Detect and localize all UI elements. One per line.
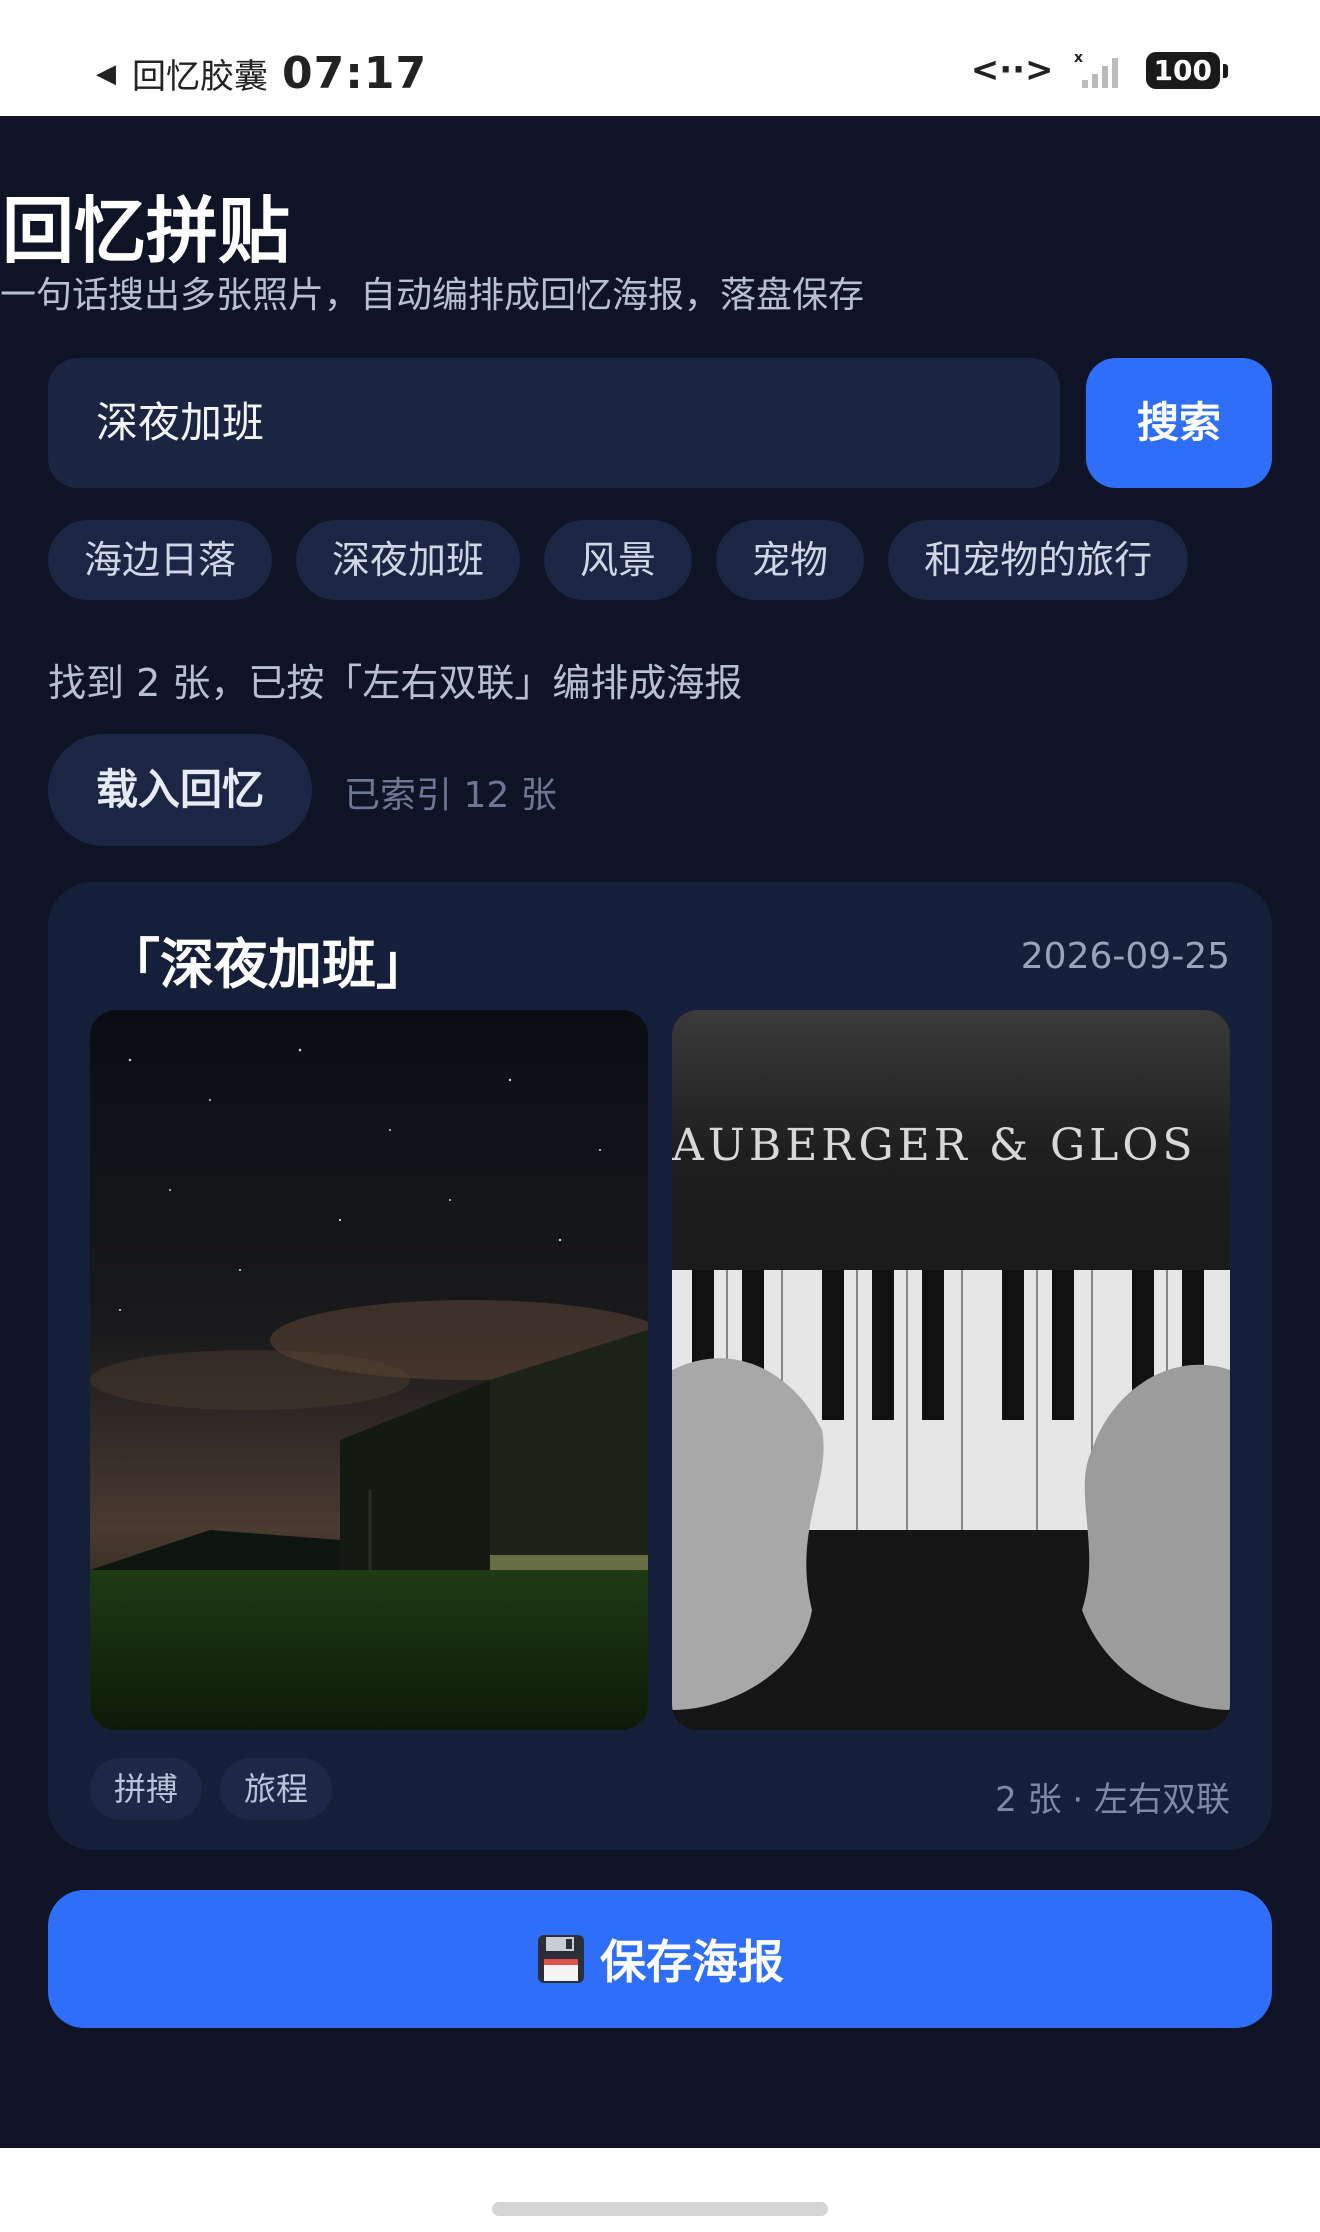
piano-hands-photo[interactable]: AUBERGER & GLOS bbox=[672, 1010, 1230, 1730]
tag-item[interactable]: 旅程 bbox=[220, 1758, 333, 1820]
home-indicator[interactable] bbox=[492, 2202, 828, 2216]
back-triangle-icon[interactable]: ◀ bbox=[96, 59, 116, 89]
poster-meta: 2 张 · 左右双联 bbox=[995, 1780, 1230, 1820]
poster-tags: 拼搏 旅程 bbox=[90, 1758, 350, 1820]
suggestion-chips: 海边日落 深夜加班 风景 宠物 和宠物的旅行 bbox=[48, 520, 1212, 600]
status-bar: ◀ 回忆胶囊 07:17 <··> x 100 bbox=[0, 0, 1320, 116]
status-bar-left: ◀ 回忆胶囊 07:17 bbox=[96, 48, 427, 99]
status-app-name: 回忆胶囊 bbox=[132, 57, 268, 97]
app-screen: 回忆拼贴 一句话搜出多张照片，自动编排成回忆海报，落盘保存 深夜加班 搜索 海边… bbox=[0, 116, 1320, 2148]
poster-date: 2026-09-25 bbox=[1020, 936, 1230, 977]
chip-suggestion[interactable]: 风景 bbox=[544, 520, 693, 600]
poster-card: 「深夜加班」 2026-09-25 AUBERGER & GLOS 拼搏 旅程 … bbox=[48, 882, 1272, 1850]
night-barn-image bbox=[90, 1010, 648, 1730]
floppy-disk-icon bbox=[538, 1935, 584, 1983]
save-poster-label: 保存海报 bbox=[600, 1935, 784, 1989]
piano-hands-image: AUBERGER & GLOS bbox=[672, 1010, 1230, 1730]
chip-suggestion[interactable]: 深夜加班 bbox=[296, 520, 521, 600]
svg-text:x: x bbox=[1074, 50, 1083, 66]
search-button[interactable]: 搜索 bbox=[1086, 358, 1272, 488]
night-barn-photo[interactable] bbox=[90, 1010, 648, 1730]
page-subtitle: 一句话搜出多张照片，自动编排成回忆海报，落盘保存 bbox=[0, 275, 865, 316]
search-input[interactable]: 深夜加班 bbox=[48, 358, 1060, 488]
cellular-signal-icon: x bbox=[1074, 50, 1118, 88]
load-memories-button[interactable]: 载入回忆 bbox=[48, 734, 312, 846]
chip-suggestion[interactable]: 海边日落 bbox=[48, 520, 273, 600]
tag-item[interactable]: 拼搏 bbox=[90, 1758, 203, 1820]
navigation-bar bbox=[0, 2148, 1320, 2232]
chip-suggestion[interactable]: 宠物 bbox=[716, 520, 865, 600]
poster-title: 「深夜加班」 bbox=[106, 933, 430, 996]
save-poster-button[interactable]: 保存海报 bbox=[48, 1890, 1272, 2028]
result-summary: 找到 2 张，已按「左右双联」编排成海报 bbox=[48, 661, 743, 705]
status-bar-right: <··> x 100 bbox=[970, 50, 1229, 90]
status-time: 07:17 bbox=[282, 48, 428, 99]
battery-icon: 100 bbox=[1145, 51, 1229, 89]
data-transfer-icon: <··> bbox=[970, 50, 1054, 90]
page-title: 回忆拼贴 bbox=[2, 189, 291, 273]
piano-brand-text: AUBERGER & GLOS bbox=[672, 1120, 1197, 1171]
indexed-count: 已索引 12 张 bbox=[344, 775, 557, 816]
chip-suggestion[interactable]: 和宠物的旅行 bbox=[888, 520, 1189, 600]
